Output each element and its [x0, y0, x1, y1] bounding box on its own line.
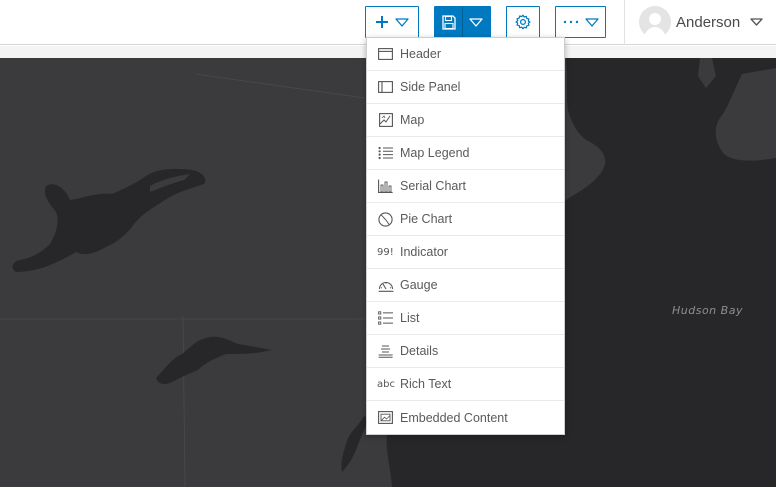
menu-item-label: Details — [400, 344, 439, 358]
more-options-button[interactable] — [555, 6, 606, 38]
add-widget-button[interactable] — [365, 6, 419, 38]
user-name: Anderson — [676, 13, 741, 31]
menu-item-embedded-content[interactable]: Embedded Content — [367, 401, 564, 434]
menu-item-label: Side Panel — [400, 80, 461, 94]
toolbar-separator — [624, 0, 625, 45]
avatar — [639, 6, 671, 38]
menu-item-gauge[interactable]: Gauge — [367, 269, 564, 302]
embedded-content-icon — [377, 409, 394, 426]
rich-text-icon: abc — [377, 378, 395, 390]
chevron-down-icon — [584, 17, 599, 27]
menu-item-label: Pie Chart — [400, 212, 453, 226]
menu-item-list[interactable]: List — [367, 302, 564, 335]
menu-item-serial-chart[interactable]: Serial Chart — [367, 170, 564, 203]
chevron-down-icon — [395, 17, 409, 27]
gear-icon — [515, 14, 531, 30]
settings-button[interactable] — [506, 6, 540, 38]
user-menu[interactable]: Anderson — [639, 6, 763, 38]
save-button[interactable] — [435, 7, 462, 37]
menu-item-rich-text[interactable]: abc Rich Text — [367, 368, 564, 401]
menu-item-label: Map — [400, 113, 425, 127]
save-button-group — [434, 6, 491, 38]
pie-chart-icon — [377, 211, 394, 228]
menu-item-details[interactable]: Details — [367, 335, 564, 368]
legend-icon — [377, 145, 394, 162]
chevron-down-icon — [750, 13, 763, 31]
plus-icon — [375, 15, 389, 29]
list-icon — [377, 310, 394, 327]
chevron-down-icon — [469, 17, 484, 27]
menu-item-label: Embedded Content — [400, 410, 508, 425]
menu-item-header[interactable]: Header — [367, 38, 564, 71]
menu-item-label: Indicator — [400, 245, 448, 259]
menu-item-label: Header — [400, 47, 441, 61]
menu-item-side-panel[interactable]: Side Panel — [367, 71, 564, 104]
gauge-icon — [377, 277, 394, 294]
menu-item-indicator[interactable]: 99! Indicator — [367, 236, 564, 269]
menu-item-label: Gauge — [400, 278, 438, 292]
save-options-button[interactable] — [463, 7, 490, 37]
menu-item-label: Serial Chart — [400, 179, 466, 193]
details-icon — [377, 343, 394, 360]
add-widget-menu: Header Side Panel Map Map Legend Serial … — [366, 37, 565, 435]
menu-item-map-legend[interactable]: Map Legend — [367, 137, 564, 170]
menu-item-pie-chart[interactable]: Pie Chart — [367, 203, 564, 236]
menu-item-label: Map Legend — [400, 146, 470, 160]
indicator-icon: 99! — [377, 246, 394, 258]
serial-chart-icon — [377, 178, 394, 195]
ellipsis-icon — [563, 20, 579, 24]
menu-item-label: List — [400, 311, 420, 325]
menu-item-label: Rich Text — [400, 377, 452, 391]
map-icon — [377, 112, 394, 129]
map-label-hudson-bay: Hudson Bay — [672, 304, 743, 317]
menu-item-map[interactable]: Map — [367, 104, 564, 137]
side-panel-icon — [377, 79, 394, 96]
header-icon — [377, 46, 394, 63]
floppy-disk-icon — [441, 14, 456, 30]
